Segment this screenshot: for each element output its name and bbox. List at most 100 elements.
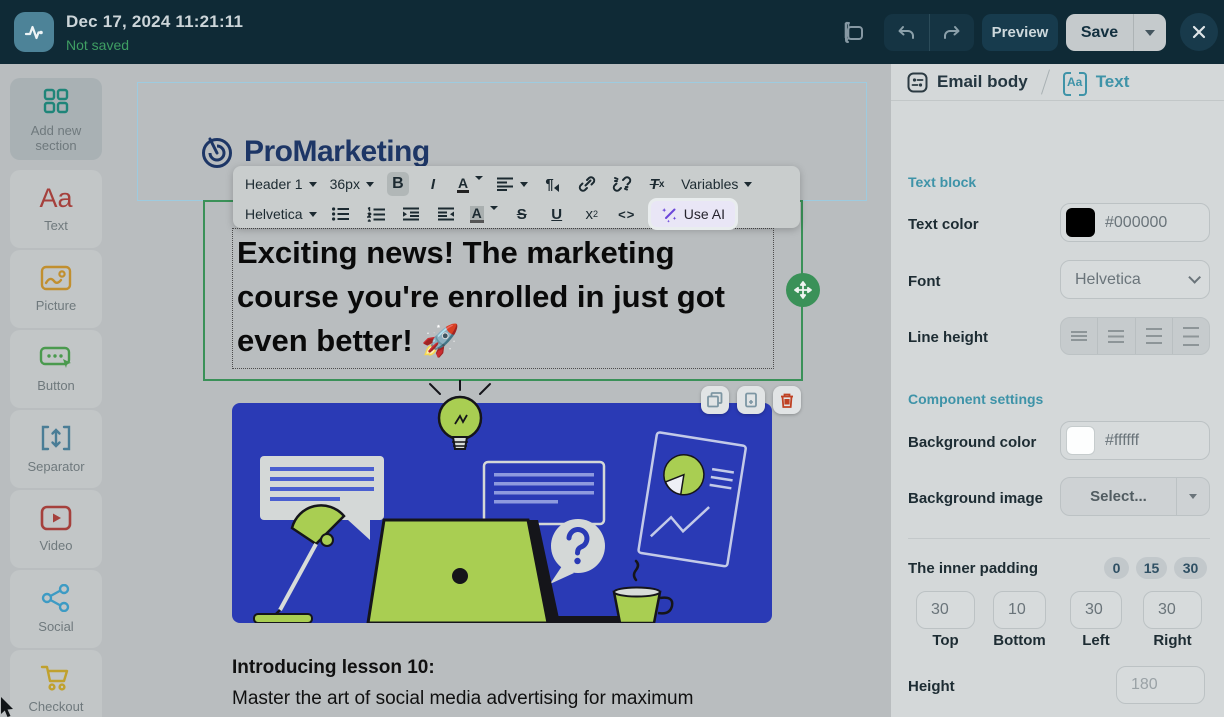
video-icon — [40, 505, 72, 531]
line-height-option-4[interactable] — [1171, 318, 1209, 354]
italic-button[interactable]: I — [422, 172, 444, 196]
background-color-label: Background color — [908, 434, 1037, 451]
padding-left-input[interactable]: 30 — [1070, 591, 1122, 629]
paragraph-direction-button[interactable]: ¶ — [541, 172, 563, 196]
sidebar-item-social[interactable]: Social — [10, 570, 102, 648]
font-family-value: Helvetica — [245, 206, 303, 222]
component-settings-heading: Component settings — [908, 391, 1044, 407]
variables-label: Variables — [681, 176, 739, 192]
email-body-icon — [907, 72, 928, 92]
app-logo[interactable] — [14, 12, 54, 52]
text-color-button[interactable]: A — [456, 174, 484, 193]
outdent-icon — [437, 207, 454, 221]
brand-spiral-icon — [202, 137, 232, 168]
text-color-a: A — [456, 174, 470, 193]
sidebar-item-button[interactable]: Button — [10, 330, 102, 408]
padding-right-input[interactable]: 30 — [1143, 591, 1202, 629]
text-color-swatch[interactable] — [1066, 208, 1095, 237]
trash-icon — [781, 393, 793, 408]
undo-button[interactable] — [884, 14, 929, 51]
height-input[interactable]: 180 — [1116, 666, 1205, 704]
close-button[interactable] — [1180, 13, 1218, 51]
chevron-down-icon — [1188, 271, 1201, 284]
clear-formatting-button[interactable]: Tx — [646, 172, 668, 196]
sidebar-item-add-new-section[interactable]: Add new section — [10, 78, 102, 160]
chevron-down-icon — [520, 181, 529, 187]
email-headline[interactable]: Exciting news! The marketing course you'… — [237, 231, 771, 363]
move-to-button[interactable] — [737, 386, 765, 414]
undo-redo-group — [884, 14, 974, 51]
padding-preset-15[interactable]: 15 — [1136, 557, 1167, 579]
underline-button[interactable]: U — [546, 202, 568, 226]
font-select[interactable]: Helvetica — [1060, 260, 1210, 299]
toolbar-row-2: Helvetica A S U x2 <> Use AI — [245, 201, 788, 227]
padding-top-input[interactable]: 30 — [916, 591, 975, 629]
align-left-icon — [497, 177, 514, 191]
sidebar-item-picture[interactable]: Picture — [10, 250, 102, 328]
code-button[interactable]: <> — [616, 202, 638, 226]
sidebar-item-label: Add new section — [30, 122, 82, 153]
save-dropdown-button[interactable] — [1133, 14, 1166, 51]
breadcrumb-email-body[interactable]: Email body — [937, 72, 1028, 92]
outdent-button[interactable] — [435, 202, 457, 226]
padding-bottom-input[interactable]: 10 — [993, 591, 1046, 629]
preview-button[interactable]: Preview — [982, 14, 1058, 51]
divider — [908, 538, 1210, 539]
padding-preset-0[interactable]: 0 — [1104, 557, 1129, 579]
sidebar-item-video[interactable]: Video — [10, 490, 102, 568]
link-icon — [578, 176, 596, 192]
background-color-swatch[interactable] — [1066, 426, 1095, 455]
padding-preset-30[interactable]: 30 — [1174, 557, 1207, 579]
clipboard-pen-icon[interactable] — [838, 18, 868, 48]
email-illustration-image[interactable] — [232, 380, 772, 623]
background-image-select-button[interactable]: Select... — [1061, 478, 1176, 515]
indent-icon — [402, 207, 419, 221]
use-ai-button[interactable]: Use AI — [650, 201, 735, 227]
email-sub-heading[interactable]: Introducing lesson 10: — [232, 657, 435, 679]
variables-dropdown[interactable]: Variables — [681, 176, 753, 192]
numbered-list-button[interactable] — [365, 202, 387, 226]
delete-button[interactable] — [773, 386, 801, 414]
save-status: Not saved — [66, 37, 130, 53]
background-color-input[interactable]: #ffffff — [1060, 421, 1210, 460]
line-height-option-2[interactable] — [1097, 318, 1134, 354]
chevron-down-icon — [308, 181, 317, 187]
sidebar-item-separator[interactable]: Separator — [10, 410, 102, 488]
paragraph-style-dropdown[interactable]: Header 1 — [245, 176, 317, 192]
font-size-dropdown[interactable]: 36px — [330, 176, 374, 192]
superscript-button[interactable]: x2 — [581, 202, 603, 226]
clear-x-glyph: x — [658, 178, 665, 190]
email-sub-text[interactable]: Master the art of social media advertisi… — [232, 688, 693, 710]
indent-button[interactable] — [400, 202, 422, 226]
line-height-option-1[interactable] — [1061, 318, 1097, 354]
save-button[interactable]: Save — [1066, 24, 1133, 42]
text-color-input[interactable]: #000000 — [1060, 203, 1210, 242]
sidebar-item-label: Picture — [35, 298, 77, 313]
align-dropdown[interactable] — [496, 177, 529, 191]
top-bar: Dec 17, 2024 11:21:11 Not saved Preview … — [0, 0, 1224, 64]
padding-left-label: Left — [1082, 632, 1110, 649]
unlink-button[interactable] — [611, 172, 633, 196]
line-height-option-3[interactable] — [1134, 318, 1172, 354]
strikethrough-button[interactable]: S — [511, 202, 533, 226]
sidebar-item-text[interactable]: Aa Text — [10, 170, 102, 248]
padding-top-label: Top — [932, 632, 959, 649]
background-image-dropdown-button[interactable] — [1176, 478, 1209, 515]
breadcrumb-separator — [1040, 69, 1050, 95]
bold-button[interactable]: B — [386, 172, 409, 196]
link-button[interactable] — [576, 172, 598, 196]
text-toolbar: Header 1 36px B I A ¶ Tx Variables Helve… — [233, 166, 800, 228]
chevron-down-icon — [1145, 29, 1155, 36]
redo-button[interactable] — [928, 14, 975, 51]
line-height-label: Line height — [908, 329, 988, 346]
timestamp: Dec 17, 2024 11:21:11 — [66, 12, 244, 31]
highlight-color-button[interactable]: A — [469, 205, 498, 223]
bullet-list-button[interactable] — [330, 202, 352, 226]
sidebar-item-label: Separator — [27, 459, 85, 474]
sidebar-item-checkout[interactable]: Checkout — [10, 650, 102, 717]
drag-handle[interactable] — [786, 273, 820, 307]
line-height-segmented-control — [1060, 317, 1210, 355]
duplicate-button[interactable] — [701, 386, 729, 414]
font-family-dropdown[interactable]: Helvetica — [245, 206, 317, 222]
mouse-cursor — [1, 697, 13, 717]
